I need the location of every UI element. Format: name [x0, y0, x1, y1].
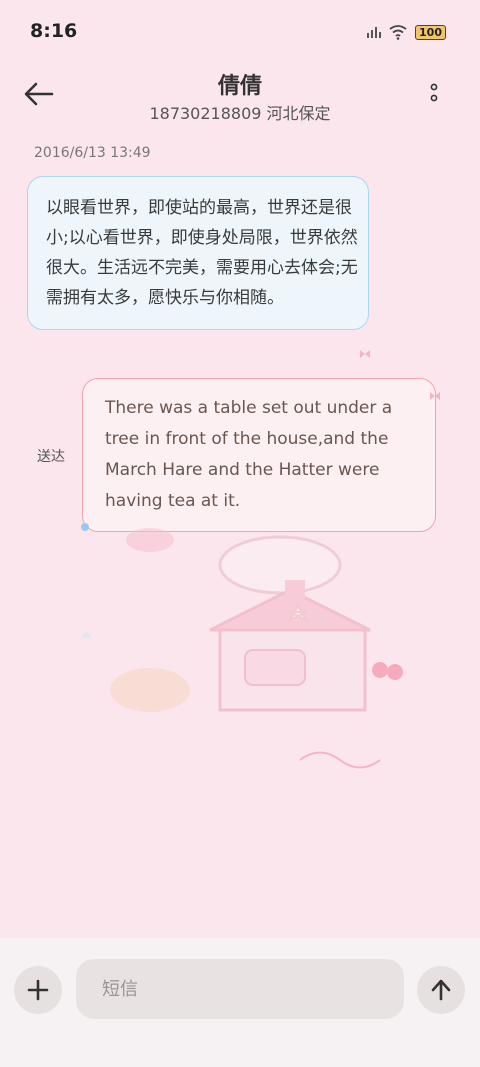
battery-icon: 100 [415, 24, 446, 40]
signal-icon [367, 26, 382, 38]
add-attachment-button[interactable] [14, 966, 62, 1014]
status-icons: 100 [367, 24, 446, 40]
message-input[interactable] [100, 977, 384, 1001]
outgoing-message-bubble[interactable]: There was a table set out under a tree i… [82, 378, 436, 532]
status-bar: 8:16 100 [0, 0, 480, 64]
house-illustration [80, 528, 403, 769]
message-timestamp: 2016/6/13 13:49 [34, 145, 151, 161]
more-options-icon[interactable] [428, 82, 440, 106]
bow-decoration-icon [430, 392, 440, 400]
message-input-container[interactable] [76, 959, 404, 1019]
wifi-icon [389, 25, 407, 40]
bow-decoration-icon [360, 350, 370, 358]
contact-info: 18730218809 河北保定 [149, 104, 331, 123]
incoming-message-bubble[interactable]: 以眼看世界，即使站的最高，世界还是很小;以心看世界，即使身处局限，世界依然很大。… [27, 176, 369, 330]
plus-icon [27, 979, 49, 1001]
delivery-status: 送达 [37, 449, 65, 465]
composer-bar [0, 938, 480, 1067]
status-time: 8:16 [30, 20, 78, 42]
send-button[interactable] [417, 966, 465, 1014]
arrow-up-icon [431, 979, 451, 1001]
conversation-header: 倩倩 18730218809 河北保定 [0, 64, 480, 134]
contact-name: 倩倩 [217, 74, 262, 99]
